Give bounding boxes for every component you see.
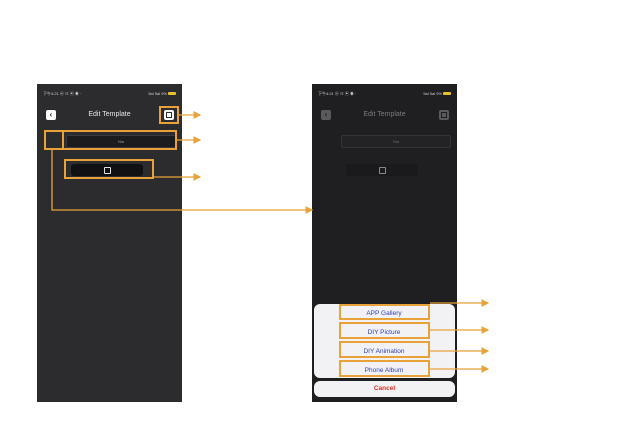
annotation-arrows (51, 111, 490, 373)
arrow-to-sheet (51, 150, 314, 214)
